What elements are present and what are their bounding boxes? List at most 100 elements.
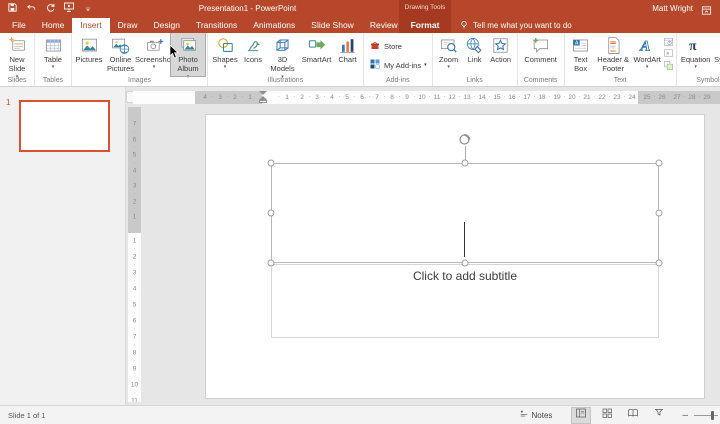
- selection-handle[interactable]: [268, 210, 275, 217]
- online-pictures-icon: [111, 36, 130, 55]
- horizontal-ruler[interactable]: 4·3·2·11·2·3·4·5·6·7·8·9·10·11·12·13·14·…: [133, 91, 720, 104]
- ribbon-display-options-icon[interactable]: [701, 3, 712, 21]
- notes-label: Notes: [532, 411, 553, 420]
- ribbon-action-button[interactable]: Action: [487, 33, 515, 76]
- equation-icon: π: [686, 36, 705, 55]
- tab-slide-show[interactable]: Slide Show: [303, 18, 362, 33]
- ruler-number: ·: [211, 93, 213, 100]
- tell-me-box[interactable]: Tell me what you want to do: [459, 18, 572, 33]
- ribbon-icons-button[interactable]: Icons: [240, 33, 266, 76]
- ruler-number: 3: [128, 183, 141, 190]
- ruler-number: ·: [128, 144, 141, 151]
- ribbon-shapes-button[interactable]: Shapes▾: [210, 33, 240, 76]
- ruler-number: ·: [128, 190, 141, 197]
- ribbon-wordart-button[interactable]: AWordArt▾: [632, 33, 663, 76]
- tab-transitions[interactable]: Transitions: [188, 18, 245, 33]
- zoom-slider[interactable]: [694, 415, 718, 416]
- tab-animations[interactable]: Animations: [245, 18, 303, 33]
- ribbon-smartart-button[interactable]: SmartArt: [299, 33, 334, 76]
- undo-icon[interactable]: [25, 3, 37, 15]
- ribbon-screenshot-button[interactable]: Screenshot▾: [137, 33, 171, 76]
- ribbon-online-pictures-button[interactable]: Online Pictures: [104, 33, 137, 76]
- ribbon-pictures-button[interactable]: Pictures: [74, 33, 104, 76]
- table-dropdown-arrow[interactable]: ▾: [52, 64, 55, 70]
- zoom-out-button[interactable]: –: [682, 410, 688, 421]
- date-time-icon: [663, 36, 674, 47]
- ruler-number: ·: [683, 93, 685, 100]
- save-icon[interactable]: [6, 3, 18, 15]
- ribbon-equation-button[interactable]: πEquation▾: [679, 33, 713, 76]
- ribbon-slide-number-button[interactable]: #: [663, 48, 674, 59]
- contextual-tools-label: Drawing Tools: [399, 4, 451, 11]
- my-add-ins-icon: [369, 58, 381, 72]
- ribbon-new-slide-button[interactable]: New Slide▾: [2, 33, 32, 76]
- redo-icon[interactable]: [44, 3, 56, 15]
- selection-handle[interactable]: [656, 210, 663, 217]
- ribbon-text-box-button[interactable]: AText Box: [567, 33, 595, 76]
- slide-canvas[interactable]: Click to add subtitle: [205, 114, 705, 399]
- slide-thumbnail[interactable]: [19, 100, 110, 152]
- tab-draw[interactable]: Draw: [110, 18, 146, 33]
- contextual-tools-block: Drawing Tools Format: [399, 0, 451, 33]
- title-bar: Presentation1 - PowerPoint Matt Wright F…: [0, 0, 720, 33]
- zoom-slider-handle[interactable]: [711, 411, 714, 420]
- selection-handle[interactable]: [462, 160, 469, 167]
- photo-album-icon: [179, 36, 198, 55]
- ribbon-group-illustrations: Shapes▾Icons3D Models▾SmartArtChartIllus…: [208, 33, 364, 86]
- slide-number-icon: #: [663, 48, 674, 59]
- subtitle-placeholder[interactable]: Click to add subtitle: [271, 264, 659, 338]
- customize-qat-icon[interactable]: [82, 3, 94, 15]
- indent-markers[interactable]: [259, 91, 268, 104]
- selection-handle[interactable]: [462, 260, 469, 267]
- ribbon-my-add-ins-button[interactable]: My Add-ins▾: [369, 58, 427, 72]
- selection-handle[interactable]: [268, 260, 275, 267]
- table-icon: [44, 36, 63, 55]
- ribbon-header-footer-button[interactable]: Header & Footer: [595, 33, 632, 76]
- object-icon: [663, 60, 674, 71]
- ribbon-store-button[interactable]: Store: [369, 39, 427, 53]
- ribbon-date-time-button[interactable]: [663, 36, 674, 47]
- ruler-number: ·: [128, 159, 141, 166]
- ribbon-zoom-button[interactable]: Zoom▾: [435, 33, 463, 76]
- wordart-dropdown-arrow[interactable]: ▾: [646, 64, 649, 70]
- screenshot-dropdown-arrow[interactable]: ▾: [153, 64, 156, 70]
- equation-dropdown-arrow[interactable]: ▾: [694, 64, 697, 70]
- ribbon-link-button[interactable]: Link: [463, 33, 487, 76]
- action-icon: [491, 36, 510, 55]
- my-add-ins-dropdown-arrow[interactable]: ▾: [424, 62, 427, 68]
- ribbon-comment-button[interactable]: Comment: [520, 33, 562, 76]
- rotation-handle[interactable]: [458, 133, 471, 151]
- ruler-number: 10: [418, 94, 425, 101]
- tab-insert[interactable]: Insert: [72, 18, 109, 33]
- reading-view-button[interactable]: [624, 408, 642, 423]
- ribbon-table-button[interactable]: Table▾: [37, 33, 69, 76]
- selection-handle[interactable]: [656, 260, 663, 267]
- ruler-number: ·: [128, 175, 141, 182]
- normal-view-button[interactable]: [572, 408, 590, 423]
- ruler-number: ·: [593, 93, 595, 100]
- ribbon-chart-button[interactable]: Chart: [334, 33, 361, 76]
- vertical-ruler[interactable]: 7·6·5·4·3·2·11·2·3·4·5·6·7·8·9·10·11: [128, 107, 141, 402]
- ribbon-3d-models-button[interactable]: 3D Models▾: [266, 33, 299, 76]
- ribbon-symbol-button[interactable]: ΩSymbol: [713, 33, 720, 76]
- title-placeholder[interactable]: [271, 163, 659, 263]
- shapes-dropdown-arrow[interactable]: ▾: [224, 64, 227, 70]
- slide-sorter-view-button[interactable]: [598, 408, 616, 423]
- selection-handle[interactable]: [268, 160, 275, 167]
- tab-home[interactable]: Home: [34, 18, 73, 33]
- selection-handle[interactable]: [656, 160, 663, 167]
- group-label-add-ins: Add-ins: [366, 77, 430, 86]
- ruler-number: ·: [241, 93, 243, 100]
- user-name: Matt Wright: [652, 4, 693, 13]
- tab-design[interactable]: Design: [146, 18, 188, 33]
- slide-show-view-button[interactable]: [650, 408, 668, 423]
- tab-format[interactable]: Format: [399, 18, 451, 33]
- start-from-beginning-icon[interactable]: [63, 3, 75, 15]
- ribbon-object-button[interactable]: [663, 60, 674, 71]
- ruler-number: 4: [128, 286, 141, 293]
- group-label-links: Links: [435, 77, 515, 86]
- zoom-dropdown-arrow[interactable]: ▾: [447, 64, 450, 70]
- notes-button[interactable]: Notes: [519, 409, 553, 421]
- wordart-label: WordArt: [633, 55, 660, 64]
- tab-file[interactable]: File: [4, 18, 34, 33]
